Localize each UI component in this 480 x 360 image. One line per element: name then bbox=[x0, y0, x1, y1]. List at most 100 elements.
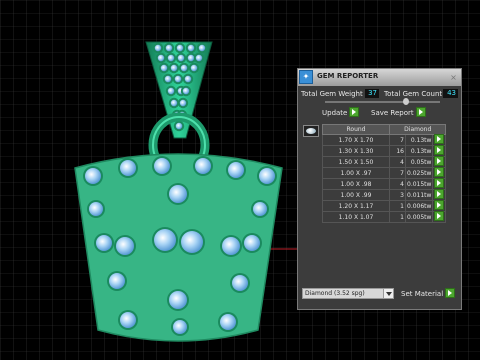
gem-stone bbox=[168, 97, 180, 109]
gem-count-cell: 1 bbox=[389, 211, 406, 223]
row-go-icon[interactable] bbox=[434, 211, 445, 221]
gem-count-cell: 4 bbox=[389, 156, 406, 168]
gem-size-cell: 1.30 X 1.30 bbox=[322, 145, 390, 157]
material-select[interactable]: Diamond (3.52 spg) bbox=[302, 288, 394, 299]
gem-stone bbox=[218, 312, 238, 332]
row-go-cell[interactable] bbox=[432, 200, 447, 212]
gem-stone bbox=[175, 52, 187, 64]
gem-count-cell: 4 bbox=[389, 178, 406, 190]
close-icon[interactable]: × bbox=[449, 73, 458, 82]
row-go-icon[interactable] bbox=[434, 178, 445, 188]
row-go-cell[interactable] bbox=[432, 134, 447, 146]
gem-stone bbox=[174, 42, 186, 54]
row-go-icon[interactable] bbox=[434, 145, 445, 155]
gem-stone bbox=[178, 62, 190, 74]
table-row[interactable]: 1.20 X 1.17 1 0.006tw bbox=[322, 200, 447, 212]
gem-stone bbox=[168, 62, 180, 74]
set-material-button[interactable]: Set Material bbox=[401, 288, 456, 299]
row-go-icon[interactable] bbox=[434, 156, 445, 166]
gem-carat-cell: 0.005tw bbox=[404, 211, 434, 223]
gem-stone bbox=[182, 73, 194, 85]
gem-carat-cell: 0.011tw bbox=[404, 189, 434, 201]
gem-stone bbox=[165, 85, 177, 97]
gem-size-cell: 1.00 X .98 bbox=[322, 178, 390, 190]
gem-stone bbox=[107, 271, 127, 291]
row-go-icon[interactable] bbox=[434, 134, 445, 144]
gem-stone bbox=[179, 229, 205, 255]
table-row[interactable]: 1.10 X 1.07 1 0.005tw bbox=[322, 211, 447, 223]
gem-count-cell: 16 bbox=[389, 145, 406, 157]
slider-handle[interactable] bbox=[403, 98, 409, 105]
gem-stone bbox=[196, 42, 208, 54]
table-row[interactable]: 1.30 X 1.30 16 0.13tw bbox=[322, 145, 447, 157]
gem-stone bbox=[230, 273, 250, 293]
gem-stone bbox=[188, 62, 200, 74]
gem-count-cell: 7 bbox=[389, 167, 406, 179]
row-go-icon[interactable] bbox=[434, 200, 445, 210]
save-report-label: Save Report bbox=[371, 109, 414, 117]
table-row[interactable]: 1.50 X 1.50 4 0.05tw bbox=[322, 156, 447, 168]
gem-carat-cell: 0.015tw bbox=[404, 178, 434, 190]
update-go-icon[interactable] bbox=[349, 107, 360, 117]
row-go-cell[interactable] bbox=[432, 211, 447, 223]
gem-stone bbox=[251, 200, 269, 218]
gem-stone bbox=[165, 52, 177, 64]
row-go-cell[interactable] bbox=[432, 189, 447, 201]
row-go-cell[interactable] bbox=[432, 156, 447, 168]
gem-stone bbox=[158, 62, 170, 74]
total-count-label: Total Gem Count bbox=[384, 90, 443, 98]
chevron-down-icon[interactable] bbox=[383, 289, 393, 298]
gem-count-cell: 3 bbox=[389, 189, 406, 201]
total-weight-value: 37 bbox=[365, 89, 379, 98]
table-row[interactable]: 1.00 X .97 7 0.025tw bbox=[322, 167, 447, 179]
gem-stone bbox=[87, 200, 105, 218]
gem-size-cell: 1.20 X 1.17 bbox=[322, 200, 390, 212]
column-header-diamond: Diamond bbox=[388, 124, 447, 135]
gem-reporter-panel: ✦ GEM REPORTER × Total Gem Weight 37 Tot… bbox=[297, 68, 462, 310]
set-material-go-icon[interactable] bbox=[445, 288, 456, 298]
panel-title: GEM REPORTER bbox=[317, 72, 379, 80]
gem-stone bbox=[114, 235, 136, 257]
gem-size-cell: 1.10 X 1.07 bbox=[322, 211, 390, 223]
set-material-label: Set Material bbox=[401, 290, 444, 298]
material-select-value: Diamond (3.52 spg) bbox=[305, 290, 365, 297]
gem-carat-cell: 0.006tw bbox=[404, 200, 434, 212]
gem-stone bbox=[163, 42, 175, 54]
gem-count-cell: 7 bbox=[389, 134, 406, 146]
gem-carat-cell: 0.05tw bbox=[404, 156, 434, 168]
total-weight-label: Total Gem Weight bbox=[301, 90, 363, 98]
gem-stone bbox=[177, 97, 189, 109]
gem-stone bbox=[83, 166, 103, 186]
detail-slider[interactable] bbox=[325, 98, 440, 105]
row-go-icon[interactable] bbox=[434, 167, 445, 177]
gem-stone bbox=[193, 52, 205, 64]
table-row[interactable]: 1.00 X .98 4 0.015tw bbox=[322, 178, 447, 190]
diamond-icon bbox=[303, 125, 319, 137]
gem-stone bbox=[171, 318, 189, 336]
row-go-cell[interactable] bbox=[432, 178, 447, 190]
gem-carat-cell: 0.13tw bbox=[404, 145, 434, 157]
gem-stone bbox=[172, 73, 184, 85]
table-row[interactable]: 1.00 X .99 3 0.011tw bbox=[322, 189, 447, 201]
gem-stone bbox=[193, 156, 213, 176]
gem-reporter-logo-icon: ✦ bbox=[299, 70, 313, 84]
gem-stone bbox=[118, 158, 138, 178]
table-row[interactable]: 1.70 X 1.70 7 0.13tw bbox=[322, 134, 447, 146]
gem-stone bbox=[152, 227, 178, 253]
gem-size-cell: 1.70 X 1.70 bbox=[322, 134, 390, 146]
gem-stone bbox=[155, 52, 167, 64]
gem-stone bbox=[242, 233, 262, 253]
gem-stone bbox=[94, 233, 114, 253]
row-go-cell[interactable] bbox=[432, 167, 447, 179]
gem-stone bbox=[152, 42, 164, 54]
save-report-button[interactable]: Save Report bbox=[371, 107, 426, 118]
gem-stone bbox=[173, 120, 185, 132]
update-button[interactable]: Update bbox=[322, 107, 360, 118]
panel-titlebar[interactable]: ✦ GEM REPORTER × bbox=[298, 69, 461, 86]
gem-count-cell: 1 bbox=[389, 200, 406, 212]
gem-table: Round Diamond 1.70 X 1.70 7 0.13tw 1.30 X 1… bbox=[322, 124, 447, 223]
gem-stone bbox=[118, 310, 138, 330]
row-go-cell[interactable] bbox=[432, 145, 447, 157]
save-report-go-icon[interactable] bbox=[415, 107, 426, 117]
row-go-icon[interactable] bbox=[434, 189, 445, 199]
